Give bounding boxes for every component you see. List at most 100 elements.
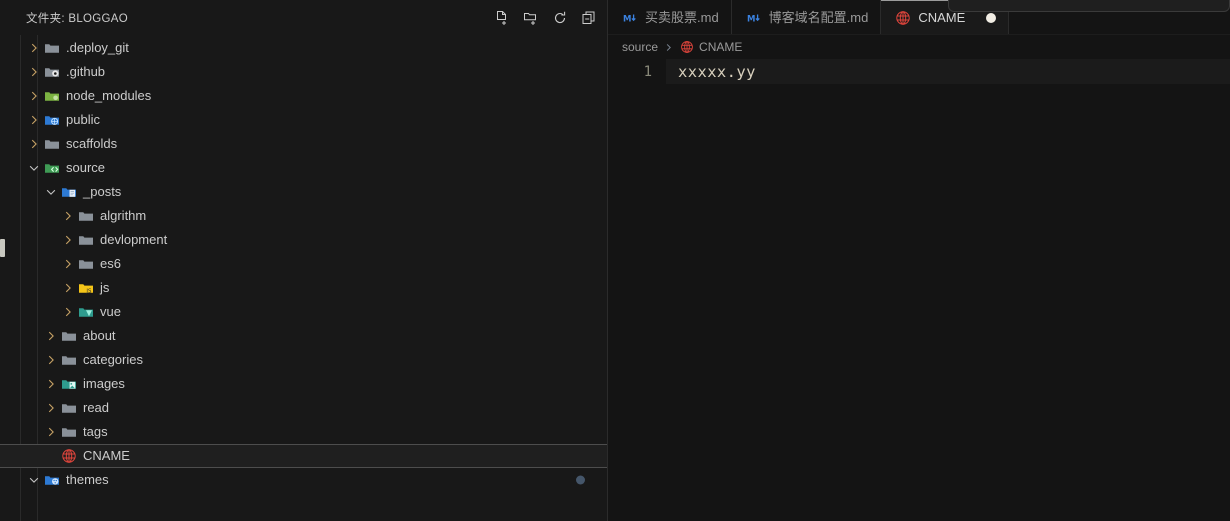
- tab-dirty-indicator[interactable]: [986, 12, 997, 23]
- tree-item-cname[interactable]: CNAME: [0, 444, 607, 468]
- chevron-right-icon[interactable]: [26, 88, 42, 104]
- chevron-right-icon[interactable]: [43, 352, 59, 368]
- tree-item-source[interactable]: source: [0, 156, 607, 180]
- tree-item-algrithm[interactable]: algrithm: [0, 204, 607, 228]
- file-tree[interactable]: .deploy_git .github node_modulespublic scaf…: [0, 35, 607, 521]
- markdown-icon: M: [746, 10, 762, 26]
- tree-item-tags[interactable]: tags: [0, 420, 607, 444]
- tree-item-label: js: [100, 280, 110, 295]
- tree-item-js[interactable]: JS js: [0, 276, 607, 300]
- editor-tab-label: 博客域名配置.md: [768, 9, 869, 25]
- tree-item-about[interactable]: about: [0, 324, 607, 348]
- chevron-right-icon[interactable]: [60, 232, 76, 248]
- folder-plain-icon: [44, 40, 60, 56]
- chevron-right-icon[interactable]: [26, 64, 42, 80]
- folder-plain-icon: [61, 328, 77, 344]
- chevron-right-icon[interactable]: [43, 424, 59, 440]
- tree-item-themes[interactable]: themes: [0, 468, 607, 492]
- tree-item-node_modules[interactable]: node_modules: [0, 84, 607, 108]
- editor-tab-label: 买卖股票.md: [645, 9, 719, 25]
- tree-item-devlopment[interactable]: devlopment: [0, 228, 607, 252]
- tree-item-label: categories: [83, 352, 143, 367]
- editor-tab[interactable]: M 博客域名配置.md: [731, 0, 882, 35]
- chevron-right-icon[interactable]: [60, 304, 76, 320]
- tree-item-label: about: [83, 328, 116, 343]
- tree-item-label: images: [83, 376, 125, 391]
- tree-item-label: node_modules: [66, 88, 152, 103]
- explorer-actions: [493, 9, 597, 26]
- tree-item-images[interactable]: images: [0, 372, 607, 396]
- globe-icon: [61, 448, 77, 464]
- chevron-right-icon[interactable]: [43, 400, 59, 416]
- globe-icon: [895, 10, 911, 26]
- folder-src-icon: [44, 160, 60, 176]
- explorer-title-bar: 文件夹: BLOGGAO: [0, 0, 607, 35]
- tree-item-label: scaffolds: [66, 136, 118, 151]
- tree-item-vue[interactable]: vue: [0, 300, 607, 324]
- folder-plain-icon: [78, 256, 94, 272]
- breadcrumb-file-label: CNAME: [699, 40, 743, 54]
- chevron-right-icon[interactable]: [43, 376, 59, 392]
- refresh-icon[interactable]: [551, 9, 568, 26]
- tree-item-label: algrithm: [100, 208, 147, 223]
- folder-public-icon: [44, 112, 60, 128]
- tree-item-label: themes: [66, 472, 109, 487]
- folder-posts-icon: [61, 184, 77, 200]
- folder-themes-icon: [44, 472, 60, 488]
- breadcrumb-folder-label: source: [622, 40, 659, 54]
- breadcrumb-file[interactable]: CNAME: [679, 40, 742, 55]
- tree-item-github[interactable]: .github: [0, 60, 607, 84]
- breadcrumb-folder[interactable]: source: [622, 40, 658, 54]
- tree-item-scaffolds[interactable]: scaffolds: [0, 132, 607, 156]
- chevron-down-icon[interactable]: [26, 472, 42, 488]
- tree-item-es6[interactable]: es6: [0, 252, 607, 276]
- editor-group: M 买卖股票.md M 博客域名配置.md CNAME source CNAME…: [608, 0, 1230, 521]
- tree-item-status-dot: [576, 475, 585, 485]
- chevron-right-icon[interactable]: [26, 112, 42, 128]
- chevron-down-icon[interactable]: [43, 184, 59, 200]
- new-file-icon[interactable]: [493, 9, 510, 26]
- folder-plain-icon: [61, 424, 77, 440]
- tree-item-read[interactable]: read: [0, 396, 607, 420]
- folder-plain-icon: [44, 136, 60, 152]
- folder-vue-icon: [78, 304, 94, 320]
- svg-text:JS: JS: [85, 288, 92, 294]
- tree-item-categories[interactable]: categories: [0, 348, 607, 372]
- tree-item-label: source: [66, 160, 106, 175]
- chevron-right-icon[interactable]: [43, 328, 59, 344]
- chevron-right-icon[interactable]: [60, 256, 76, 272]
- editor-tab[interactable]: M 买卖股票.md: [608, 0, 732, 35]
- breadcrumb: source CNAME: [608, 35, 1230, 59]
- line-number: 1: [643, 63, 652, 80]
- folder-images-icon: [61, 376, 77, 392]
- chevron-right-icon[interactable]: [60, 280, 76, 296]
- svg-text:M: M: [623, 14, 631, 24]
- folder-plain-icon: [78, 232, 94, 248]
- tree-item-_posts[interactable]: _posts: [0, 180, 607, 204]
- tree-item-deploy_git[interactable]: .deploy_git: [0, 36, 607, 60]
- code-line[interactable]: 1 xxxxx.yy: [608, 59, 1230, 84]
- new-folder-icon[interactable]: [522, 9, 539, 26]
- chevron-right-icon[interactable]: [60, 208, 76, 224]
- collapse-all-icon[interactable]: [580, 9, 597, 26]
- tree-item-label: read: [83, 400, 110, 415]
- tree-item-label: public: [66, 112, 100, 127]
- vscode-window: 文件夹: BLOGGAO .deploy_git .github node_mo…: [0, 0, 1230, 521]
- folder-plain-icon: [78, 208, 94, 224]
- folder-github-icon: [44, 64, 60, 80]
- folder-node-icon: [44, 88, 60, 104]
- svg-text:M: M: [747, 14, 755, 24]
- code-line-text: xxxxx.yy: [678, 62, 756, 81]
- markdown-icon: M: [622, 10, 638, 26]
- chevron-right-icon[interactable]: [26, 136, 42, 152]
- tree-item-label: .github: [66, 64, 106, 79]
- folder-js-icon: JS: [78, 280, 94, 296]
- sidebar-sash-handle[interactable]: [0, 239, 5, 257]
- tree-item-public[interactable]: public: [0, 108, 607, 132]
- folder-plain-icon: [61, 400, 77, 416]
- code-editor[interactable]: 1 xxxxx.yy: [608, 59, 1230, 521]
- chevron-right-icon[interactable]: [26, 40, 42, 56]
- chevron-down-icon[interactable]: [26, 160, 42, 176]
- quick-input-widget[interactable]: [948, 0, 1230, 12]
- explorer-sidebar: 文件夹: BLOGGAO .deploy_git .github node_mo…: [0, 0, 608, 521]
